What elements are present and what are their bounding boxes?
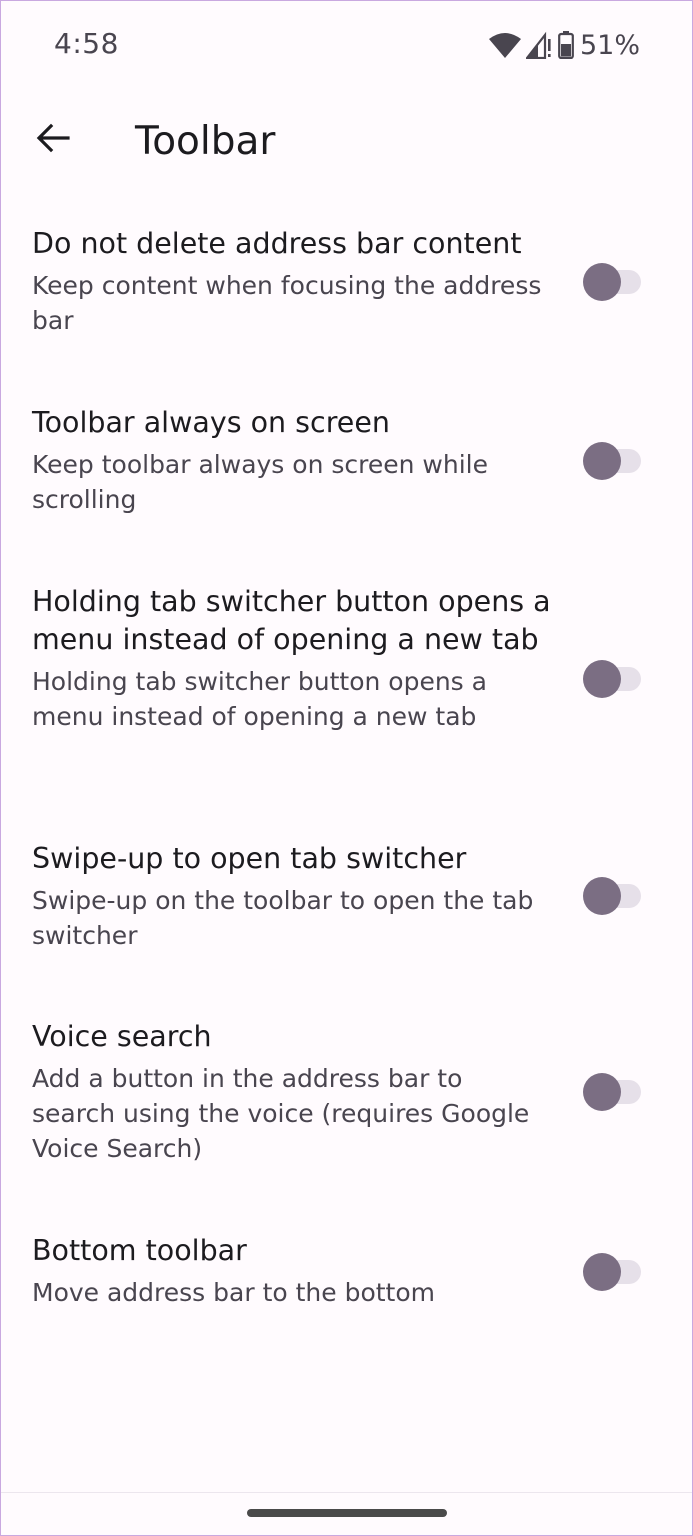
battery-percent: 51% — [579, 29, 640, 61]
setting-text: Holding tab switcher button opens a menu… — [32, 583, 552, 734]
setting-text: Bottom toolbar Move address bar to the b… — [32, 1232, 552, 1310]
toggle-switch[interactable] — [583, 659, 641, 699]
status-bar: 4:58 51% — [1, 1, 692, 91]
toggle-switch[interactable] — [583, 876, 641, 916]
setting-swipe-up-to-open-tab-switcher[interactable]: Swipe-up to open tab switcher Swipe-up o… — [1, 840, 692, 960]
toggle-switch[interactable] — [583, 1252, 641, 1292]
setting-summary: Keep toolbar always on screen while scro… — [32, 450, 488, 514]
status-time: 4:58 — [54, 27, 119, 60]
setting-title: Toolbar always on screen — [32, 406, 390, 439]
toggle-switch[interactable] — [583, 262, 641, 302]
nav-divider — [1, 1492, 692, 1493]
status-icons: 51% — [488, 29, 640, 61]
setting-text: Swipe-up to open tab switcher Swipe-up o… — [32, 840, 552, 953]
settings-screen: 4:58 51% Toolbar Do not delete address b… — [0, 0, 693, 1536]
setting-holding-tab-switcher-opens-menu[interactable]: Holding tab switcher button opens a menu… — [1, 583, 692, 779]
setting-title: Holding tab switcher button opens a menu… — [32, 585, 551, 656]
setting-text: Do not delete address bar content Keep c… — [32, 225, 552, 338]
toggle-switch[interactable] — [583, 441, 641, 481]
toggle-thumb — [583, 1253, 621, 1291]
toggle-thumb — [583, 1073, 621, 1111]
setting-voice-search[interactable]: Voice search Add a button in the address… — [1, 1018, 692, 1178]
setting-toolbar-always-on-screen[interactable]: Toolbar always on screen Keep toolbar al… — [1, 404, 692, 524]
setting-summary: Keep content when focusing the address b… — [32, 271, 542, 335]
gesture-nav-handle[interactable] — [247, 1509, 447, 1517]
setting-summary: Move address bar to the bottom — [32, 1278, 436, 1307]
battery-icon — [558, 31, 574, 59]
setting-title: Swipe-up to open tab switcher — [32, 842, 467, 875]
toggle-thumb — [583, 263, 621, 301]
back-button[interactable] — [23, 110, 83, 170]
app-bar: Toolbar — [1, 96, 692, 192]
setting-summary: Add a button in the address bar to searc… — [32, 1064, 530, 1163]
setting-bottom-toolbar[interactable]: Bottom toolbar Move address bar to the b… — [1, 1232, 692, 1322]
toggle-thumb — [583, 442, 621, 480]
toggle-switch[interactable] — [583, 1072, 641, 1112]
setting-title: Bottom toolbar — [32, 1234, 247, 1267]
toggle-thumb — [583, 660, 621, 698]
page-title: Toolbar — [135, 119, 276, 164]
setting-title: Voice search — [32, 1020, 212, 1053]
toggle-thumb — [583, 877, 621, 915]
setting-text: Voice search Add a button in the address… — [32, 1018, 552, 1166]
arrow-back-icon — [36, 123, 70, 157]
setting-title: Do not delete address bar content — [32, 227, 522, 260]
setting-summary: Swipe-up on the toolbar to open the tab … — [32, 886, 534, 950]
cellular-no-signal-icon — [525, 31, 552, 59]
setting-summary: Holding tab switcher button opens a menu… — [32, 667, 487, 731]
setting-do-not-delete-address-bar-content[interactable]: Do not delete address bar content Keep c… — [1, 225, 692, 345]
setting-text: Toolbar always on screen Keep toolbar al… — [32, 404, 552, 517]
wifi-icon — [488, 31, 522, 59]
